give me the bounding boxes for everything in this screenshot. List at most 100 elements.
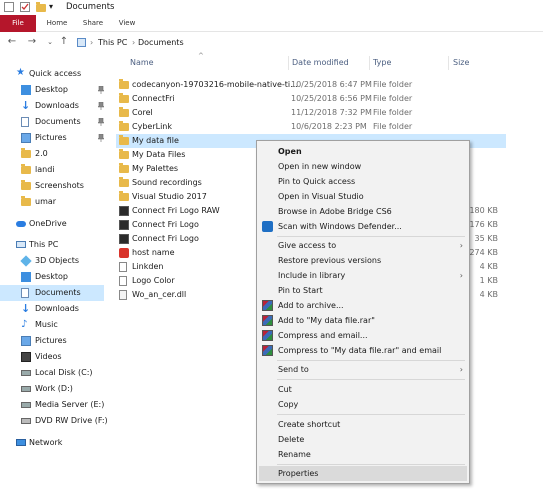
- navigation-pane: ★ Quick access Desktop ↓ Downloads Docum…: [0, 52, 108, 489]
- desktop-icon: [21, 85, 31, 95]
- drive-icon: [21, 370, 31, 376]
- menu-item-delete[interactable]: Delete: [259, 432, 467, 447]
- back-arrow-icon[interactable]: ←: [6, 36, 18, 48]
- sidebar-item-documents-pc[interactable]: Documents: [0, 285, 104, 301]
- column-divider[interactable]: [288, 56, 289, 70]
- tab-view[interactable]: View: [110, 15, 144, 32]
- column-divider[interactable]: [448, 56, 449, 70]
- sidebar-item-this-pc[interactable]: This PC: [4, 237, 108, 253]
- sidebar-item-pictures-pc[interactable]: Pictures: [4, 333, 108, 349]
- file-row[interactable]: codecanyon-19703216-mobile-native-ti... …: [116, 78, 506, 92]
- tab-share[interactable]: Share: [76, 15, 110, 32]
- menu-item-send-to[interactable]: Send to ›: [259, 362, 467, 377]
- new-folder-icon[interactable]: [36, 2, 46, 12]
- sidebar-item-3d-objects[interactable]: 3D Objects: [4, 253, 108, 269]
- folder-icon: [119, 149, 129, 159]
- folder-icon: [119, 191, 129, 201]
- sidebar-item-network[interactable]: Network: [4, 435, 108, 451]
- column-divider[interactable]: [369, 56, 370, 70]
- image-file-icon: [119, 206, 129, 216]
- menu-item-open-visual-studio[interactable]: Open in Visual Studio: [259, 189, 467, 204]
- sidebar-item-onedrive[interactable]: OneDrive: [4, 216, 108, 232]
- menu-item-add-archive[interactable]: Add to archive...: [259, 298, 467, 313]
- quick-access-dropdown-icon[interactable]: ▾: [49, 2, 59, 12]
- dll-file-icon: [119, 290, 127, 300]
- sidebar-item-desktop[interactable]: Desktop: [4, 82, 108, 98]
- sidebar-item-desktop-pc[interactable]: Desktop: [4, 269, 108, 285]
- pin-icon[interactable]: [98, 86, 104, 94]
- menu-separator: [277, 360, 465, 361]
- column-header-size[interactable]: Size: [453, 58, 469, 67]
- sidebar-item-media-server-e[interactable]: Media Server (E:): [4, 397, 108, 413]
- tab-home[interactable]: Home: [38, 15, 76, 32]
- breadcrumb-documents[interactable]: Documents: [138, 36, 184, 49]
- pictures-icon: [21, 133, 31, 143]
- menu-item-restore-versions[interactable]: Restore previous versions: [259, 253, 467, 268]
- menu-item-include-library[interactable]: Include in library ›: [259, 268, 467, 283]
- sidebar-item-quick-access[interactable]: ★ Quick access: [4, 66, 108, 82]
- tab-file[interactable]: File: [0, 15, 36, 32]
- menu-item-add-to-rar[interactable]: Add to "My data file.rar": [259, 313, 467, 328]
- menu-item-scan-defender[interactable]: Scan with Windows Defender...: [259, 219, 467, 234]
- menu-item-compress-email[interactable]: Compress and email...: [259, 328, 467, 343]
- cloud-icon: [16, 221, 26, 227]
- menu-item-give-access[interactable]: Give access to ›: [259, 238, 467, 253]
- download-icon: ↓: [21, 302, 31, 315]
- file-row[interactable]: ConnectFri 10/25/2018 6:56 PM File folde…: [116, 92, 506, 106]
- pin-icon[interactable]: [98, 102, 104, 110]
- menu-separator: [277, 236, 465, 237]
- sidebar-item-documents[interactable]: Documents: [4, 114, 108, 130]
- file-row[interactable]: CyberLink 10/6/2018 2:23 PM File folder: [116, 120, 506, 134]
- menu-item-cut[interactable]: Cut: [259, 382, 467, 397]
- sidebar-item-work-d[interactable]: Work (D:): [4, 381, 108, 397]
- sidebar-item-dvd-rw-drive-f[interactable]: DVD RW Drive (F:) E: [4, 413, 108, 429]
- text-file-icon: [119, 262, 127, 272]
- menu-item-open[interactable]: Open: [259, 144, 467, 159]
- properties-icon[interactable]: [4, 2, 14, 12]
- menu-item-pin-quick-access[interactable]: Pin to Quick access: [259, 174, 467, 189]
- defender-icon: [262, 221, 273, 232]
- folder-icon: [21, 164, 31, 174]
- pin-icon[interactable]: [98, 118, 104, 126]
- sidebar-item-pictures[interactable]: Pictures: [4, 130, 108, 146]
- pictures-icon: [21, 336, 31, 346]
- menu-item-create-shortcut[interactable]: Create shortcut: [259, 417, 467, 432]
- sidebar-item-2-0[interactable]: 2.0: [4, 146, 108, 162]
- folder-icon: [119, 121, 129, 131]
- dvd-icon: [21, 418, 31, 424]
- file-row[interactable]: Corel 11/12/2018 7:32 PM File folder: [116, 106, 506, 120]
- menu-item-properties[interactable]: Properties: [259, 466, 467, 481]
- sidebar-item-landi[interactable]: landi: [4, 162, 108, 178]
- drive-icon: [21, 402, 31, 408]
- sidebar-item-screenshots[interactable]: Screenshots: [4, 178, 108, 194]
- up-arrow-icon[interactable]: ↑: [58, 36, 70, 48]
- chevron-right-icon: ›: [459, 241, 463, 250]
- folder-icon: [119, 163, 129, 173]
- sidebar-item-downloads-pc[interactable]: ↓ Downloads: [4, 301, 108, 317]
- pin-icon[interactable]: [98, 134, 104, 142]
- menu-item-copy[interactable]: Copy: [259, 397, 467, 412]
- sidebar-item-downloads[interactable]: ↓ Downloads: [4, 98, 108, 114]
- window-title: Documents: [66, 2, 115, 12]
- menu-item-rename[interactable]: Rename: [259, 447, 467, 462]
- folder-icon: [119, 135, 129, 145]
- menu-item-browse-adobe-bridge[interactable]: Browse in Adobe Bridge CS6: [259, 204, 467, 219]
- recent-locations-icon[interactable]: ⌄: [44, 36, 56, 48]
- star-icon: ★: [16, 67, 25, 78]
- sidebar-item-local-disk-c[interactable]: Local Disk (C:): [4, 365, 108, 381]
- sidebar-item-videos[interactable]: Videos: [4, 349, 108, 365]
- breadcrumb-this-pc[interactable]: This PC: [98, 36, 127, 49]
- folder-icon: [119, 177, 129, 187]
- column-header-date-modified[interactable]: Date modified: [292, 58, 349, 67]
- checkmark-icon[interactable]: [20, 2, 30, 12]
- menu-item-pin-start[interactable]: Pin to Start: [259, 283, 467, 298]
- column-header-type[interactable]: Type: [373, 58, 391, 67]
- address-bar[interactable]: › This PC › Documents: [74, 35, 474, 50]
- sidebar-item-umar[interactable]: umar: [4, 194, 108, 210]
- sort-indicator-icon: ^: [198, 52, 204, 60]
- menu-item-compress-rar-email[interactable]: Compress to "My data file.rar" and email: [259, 343, 467, 358]
- sidebar-item-music[interactable]: ♪ Music: [4, 317, 108, 333]
- menu-item-open-new-window[interactable]: Open in new window: [259, 159, 467, 174]
- forward-arrow-icon[interactable]: →: [26, 36, 38, 48]
- column-header-name[interactable]: Name: [130, 58, 154, 67]
